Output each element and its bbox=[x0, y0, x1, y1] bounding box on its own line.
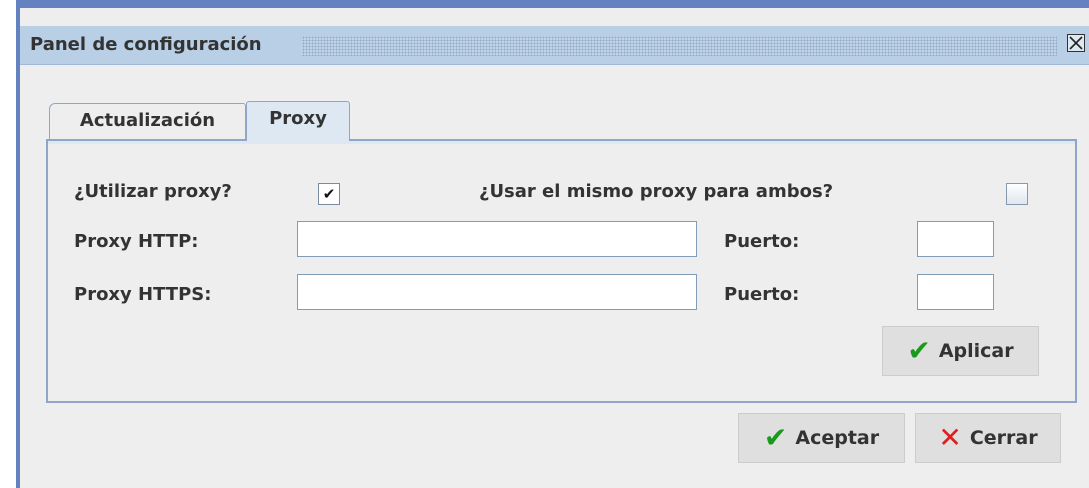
panel-highlight bbox=[48, 141, 1075, 144]
http-port-input[interactable] bbox=[917, 221, 994, 257]
accept-label: Aceptar bbox=[795, 427, 880, 449]
same-proxy-checkbox[interactable] bbox=[1006, 183, 1028, 205]
https-port-label: Puerto: bbox=[724, 284, 800, 305]
proxy-http-input[interactable] bbox=[297, 221, 697, 257]
https-port-input[interactable] bbox=[917, 274, 994, 310]
title-bar-pattern bbox=[302, 36, 1057, 56]
checkmark-icon: ✔ bbox=[907, 334, 931, 367]
dialog-window: Panel de configuración Actualización Pro… bbox=[16, 0, 1089, 488]
close-label: Cerrar bbox=[969, 427, 1038, 449]
window-title: Panel de configuración bbox=[30, 34, 262, 55]
tab-proxy-label: Proxy bbox=[269, 108, 327, 129]
http-port-label: Puerto: bbox=[724, 231, 800, 252]
checkmark-icon: ✔ bbox=[322, 185, 336, 203]
tab-actualizacion-label: Actualización bbox=[79, 110, 216, 131]
apply-button[interactable]: ✔ Aplicar bbox=[882, 326, 1039, 376]
proxy-https-label: Proxy HTTPS: bbox=[74, 284, 212, 305]
window-close-button[interactable] bbox=[1067, 34, 1085, 52]
apply-label: Aplicar bbox=[938, 340, 1014, 362]
title-bar[interactable]: Panel de configuración bbox=[20, 26, 1089, 65]
proxy-panel: ¿Utilizar proxy? ✔ ¿Usar el mismo proxy … bbox=[46, 139, 1077, 403]
close-button[interactable]: ✕ Cerrar bbox=[915, 413, 1061, 463]
close-icon bbox=[1069, 36, 1083, 50]
tab-proxy[interactable]: Proxy bbox=[246, 101, 350, 141]
use-proxy-label: ¿Utilizar proxy? bbox=[74, 181, 232, 202]
close-x-icon: ✕ bbox=[938, 421, 962, 454]
same-proxy-label: ¿Usar el mismo proxy para ambos? bbox=[479, 181, 834, 202]
proxy-http-label: Proxy HTTP: bbox=[74, 231, 199, 252]
use-proxy-checkbox[interactable]: ✔ bbox=[318, 183, 340, 205]
accept-button[interactable]: ✔ Aceptar bbox=[738, 413, 905, 463]
checkmark-icon: ✔ bbox=[763, 421, 788, 454]
proxy-https-input[interactable] bbox=[297, 274, 697, 310]
tab-actualizacion[interactable]: Actualización bbox=[49, 103, 246, 139]
